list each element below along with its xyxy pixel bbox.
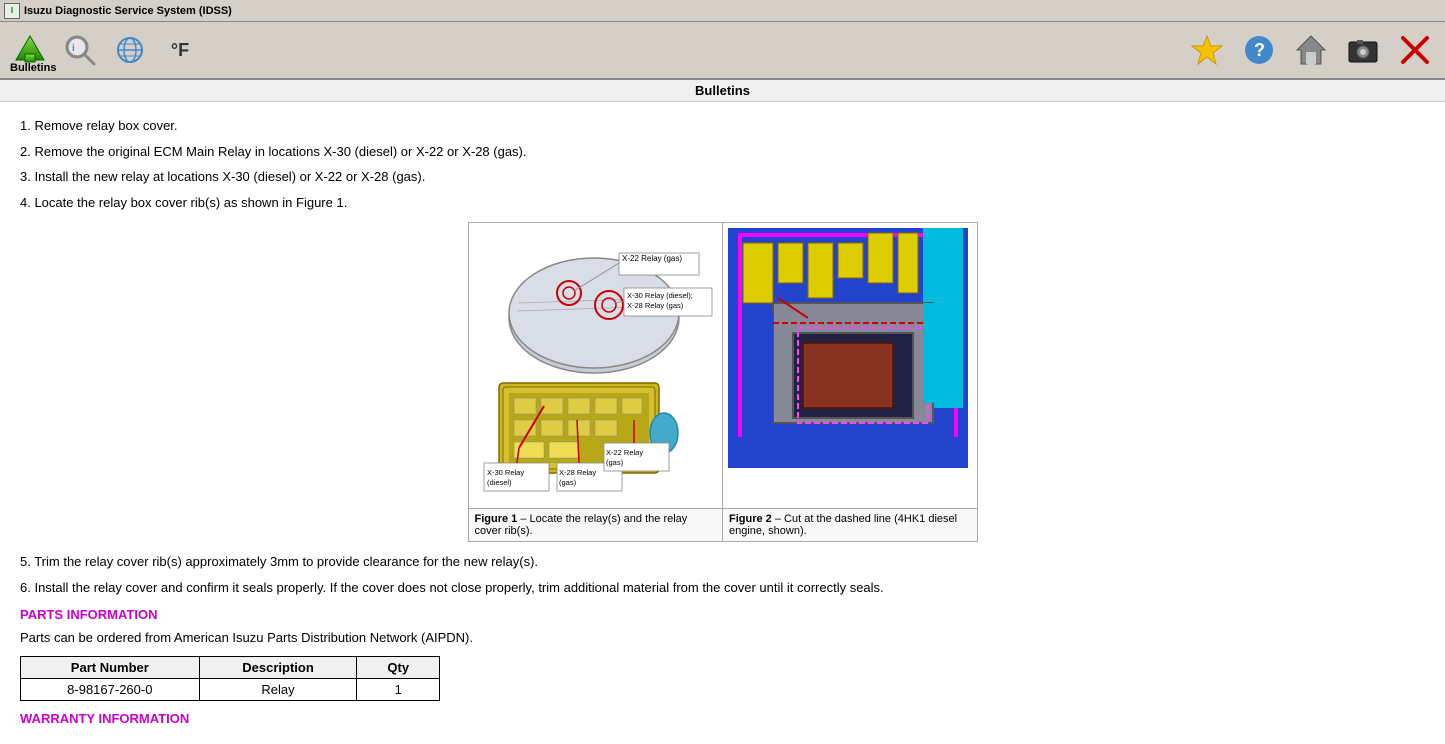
description-cell: Relay — [199, 678, 357, 700]
toolbar: i °F Bulletins ? — [0, 22, 1445, 80]
favorites-button[interactable] — [1185, 28, 1229, 72]
svg-text:(gas): (gas) — [559, 478, 577, 487]
title-bar: I Isuzu Diagnostic Service System (IDSS) — [0, 0, 1445, 22]
warranty-heading: WARRANTY INFORMATION — [20, 711, 1425, 726]
close-button[interactable] — [1393, 28, 1437, 72]
qty-cell: 1 — [357, 678, 440, 700]
title-bar-icon: I — [4, 3, 20, 19]
svg-text:i: i — [72, 43, 75, 54]
step-3: 3. Install the new relay at locations X-… — [20, 167, 1425, 187]
search-button[interactable]: i — [58, 28, 102, 72]
col-qty: Qty — [357, 656, 440, 678]
home-button[interactable] — [1289, 28, 1333, 72]
figures-container: X-22 Relay (gas) X-30 Relay (diesel); X-… — [468, 222, 978, 542]
svg-text:X-30 Relay (diesel);: X-30 Relay (diesel); — [627, 291, 693, 300]
toolbar-right: ? — [1185, 28, 1437, 72]
figure-1-caption-label: Figure 1 — [475, 513, 518, 525]
figure-1-image: X-22 Relay (gas) X-30 Relay (diesel); X-… — [469, 223, 723, 508]
temp-button[interactable]: °F — [158, 28, 202, 72]
svg-text:(diesel): (diesel) — [487, 478, 512, 487]
temp-label: °F — [171, 40, 189, 61]
step-6: 6. Install the relay cover and confirm i… — [20, 578, 1425, 598]
step-6-text: 6. Install the relay cover and confirm i… — [20, 580, 884, 595]
step-2-text: 2. Remove the original ECM Main Relay in… — [20, 144, 527, 159]
parts-table: Part Number Description Qty 8-98167-260-… — [20, 656, 440, 701]
svg-text:X-28 Relay: X-28 Relay — [559, 468, 596, 477]
help-button[interactable]: ? — [1237, 28, 1281, 72]
parts-description: Parts can be ordered from American Isuzu… — [20, 628, 1425, 648]
header-bar: Bulletins — [0, 80, 1445, 102]
step-5: 5. Trim the relay cover rib(s) approxima… — [20, 552, 1425, 572]
figure-2-caption: Figure 2 – Cut at the dashed line (4HK1 … — [723, 508, 977, 541]
figure-2-box: Figure 2 – Cut at the dashed line (4HK1 … — [723, 223, 977, 541]
col-part-number: Part Number — [21, 656, 200, 678]
svg-text:X-28 Relay (gas): X-28 Relay (gas) — [627, 301, 684, 310]
svg-text:(gas): (gas) — [606, 458, 624, 467]
step-4: 4. Locate the relay box cover rib(s) as … — [20, 193, 1425, 213]
screenshot-button[interactable] — [1341, 28, 1385, 72]
header-title: Bulletins — [695, 83, 750, 98]
step-5-text: 5. Trim the relay cover rib(s) approxima… — [20, 554, 538, 569]
figure-2-caption-label: Figure 2 — [729, 513, 772, 525]
figure-1-svg: X-22 Relay (gas) X-30 Relay (diesel); X-… — [469, 223, 719, 508]
step-4-text: 4. Locate the relay box cover rib(s) as … — [20, 195, 347, 210]
svg-text:X-22 Relay (gas): X-22 Relay (gas) — [622, 254, 682, 263]
step-2: 2. Remove the original ECM Main Relay in… — [20, 142, 1425, 162]
figure-1-box: X-22 Relay (gas) X-30 Relay (diesel); X-… — [469, 223, 724, 541]
title-bar-label: Isuzu Diagnostic Service System (IDSS) — [24, 5, 232, 17]
svg-text:X-22 Relay: X-22 Relay — [606, 448, 643, 457]
step-1: 1. Remove relay box cover. — [20, 116, 1425, 136]
figure-2-image — [723, 223, 977, 508]
svg-text:X-30 Relay: X-30 Relay — [487, 468, 524, 477]
parts-heading: PARTS INFORMATION — [20, 607, 1425, 622]
main-content: 1. Remove relay box cover. 2. Remove the… — [0, 102, 1445, 744]
part-number-cell: 8-98167-260-0 — [21, 678, 200, 700]
parts-description-text: Parts can be ordered from American Isuzu… — [20, 630, 473, 645]
step-3-text: 3. Install the new relay at locations X-… — [20, 169, 425, 184]
network-button[interactable] — [108, 28, 152, 72]
table-row: 8-98167-260-0 Relay 1 — [21, 678, 440, 700]
svg-text:?: ? — [1254, 40, 1265, 60]
figure-1-caption: Figure 1 – Locate the relay(s) and the r… — [469, 508, 723, 541]
figure-2-svg — [723, 223, 973, 508]
step-1-text: 1. Remove relay box cover. — [20, 118, 178, 133]
toolbar-label: Bulletins — [10, 62, 56, 74]
col-description: Description — [199, 656, 357, 678]
